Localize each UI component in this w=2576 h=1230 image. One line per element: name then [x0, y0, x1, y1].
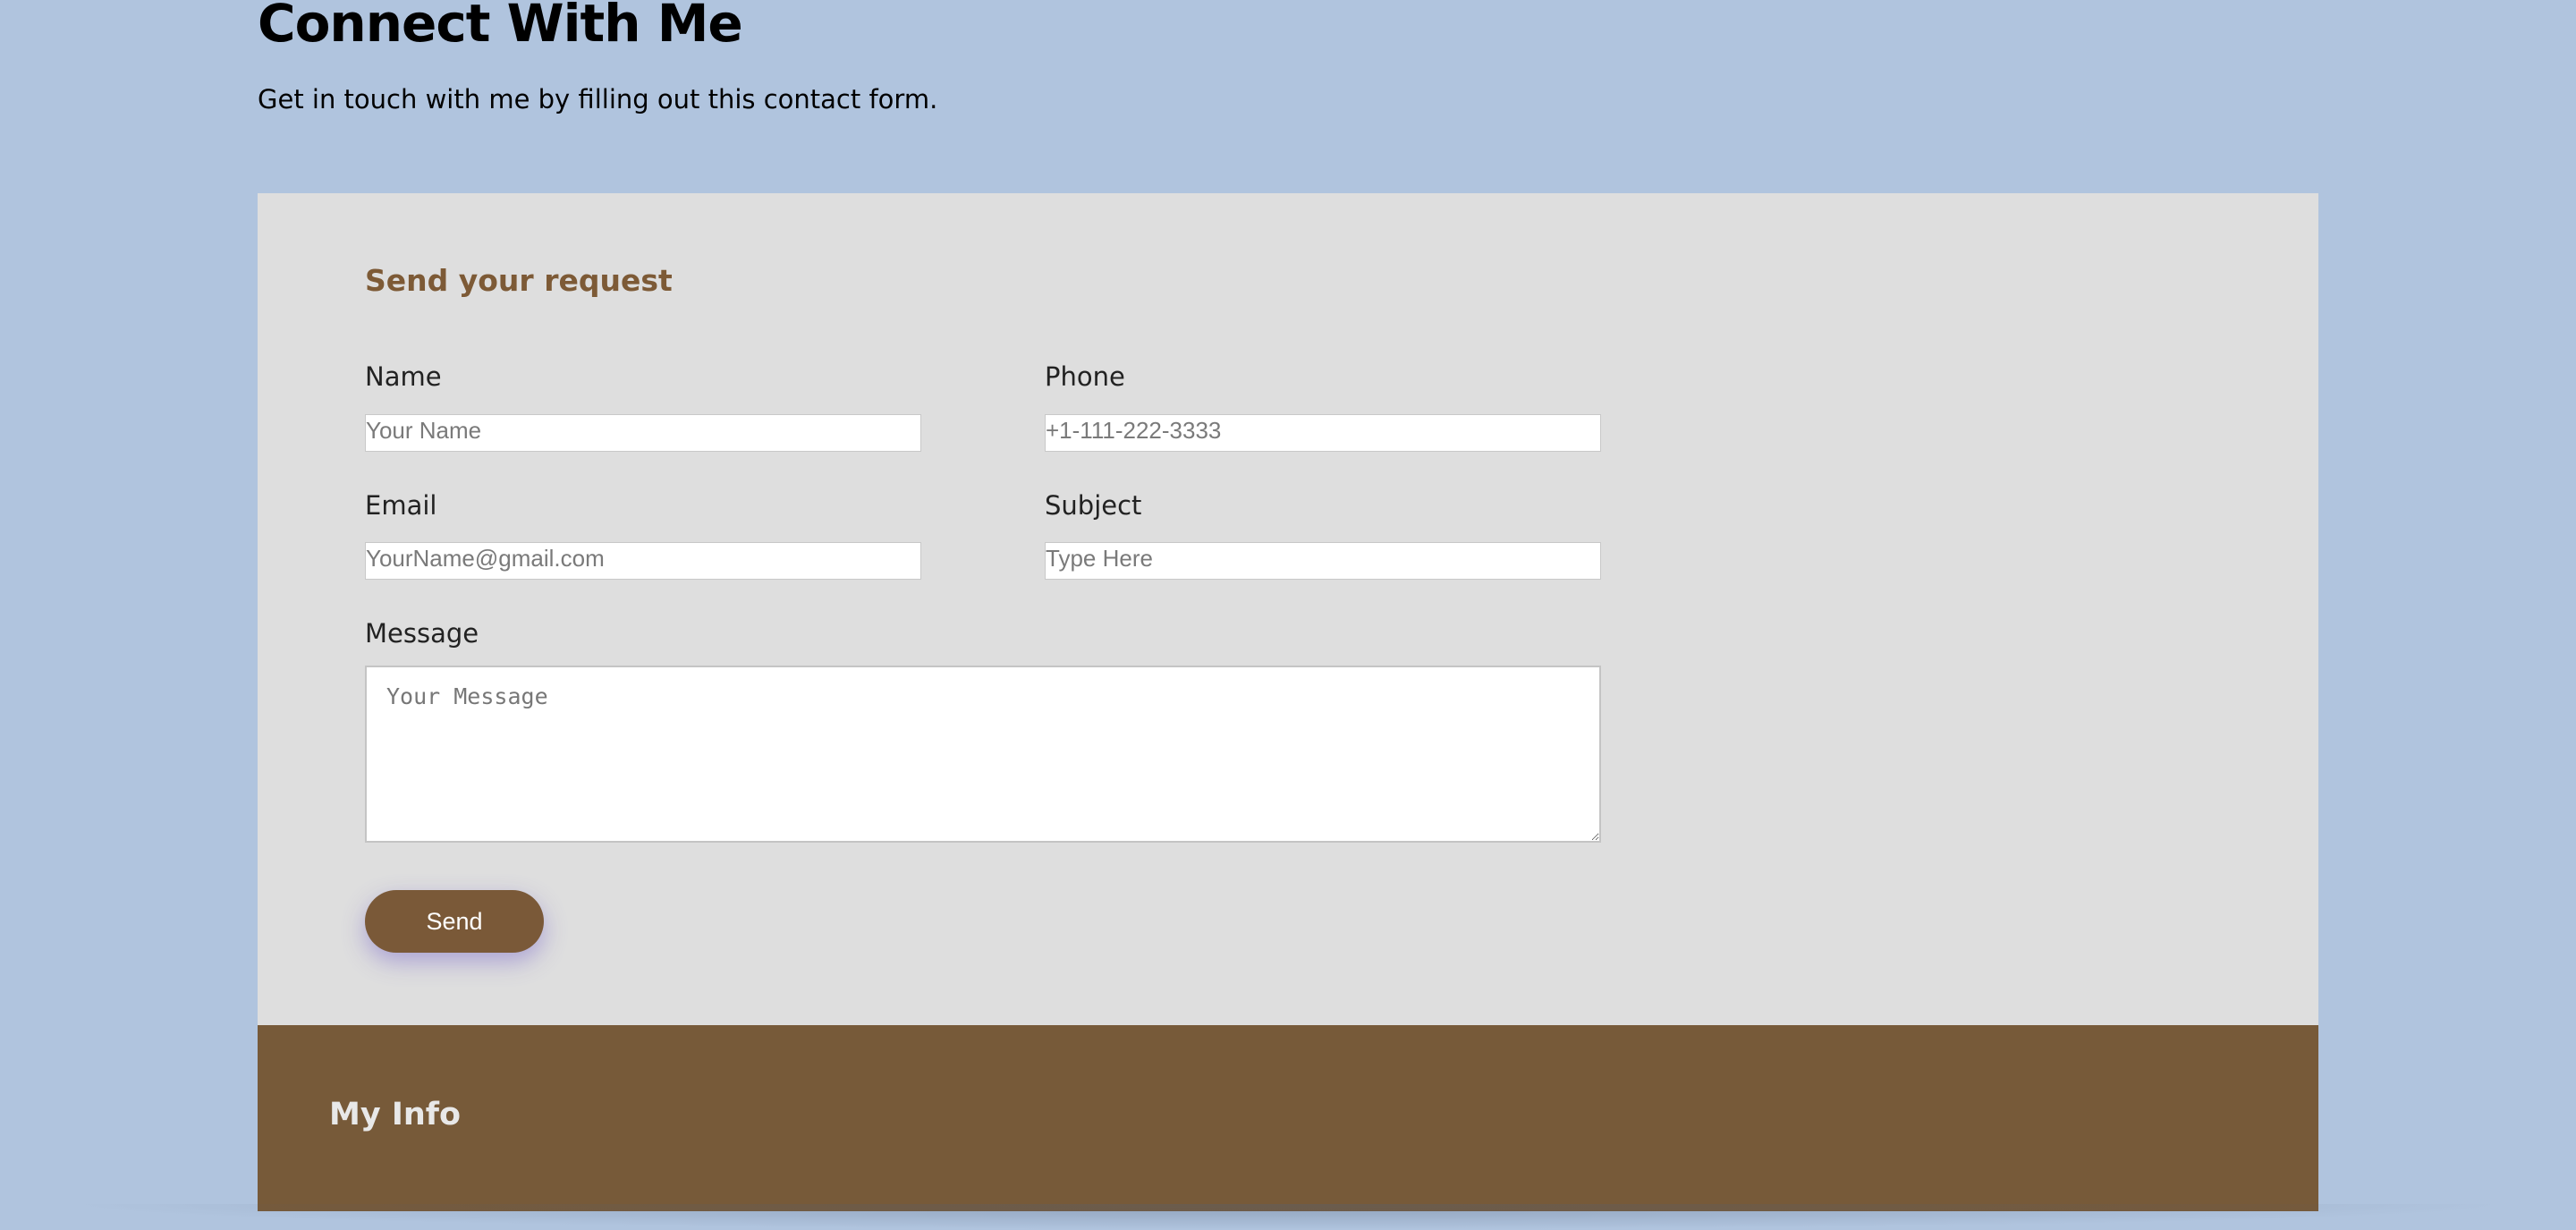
subject-input[interactable]	[1045, 542, 1601, 580]
send-button[interactable]: Send	[365, 890, 544, 953]
phone-label: Phone	[1045, 361, 1125, 392]
name-input[interactable]	[365, 414, 921, 452]
message-label: Message	[365, 618, 479, 649]
form-heading: Send your request	[365, 263, 673, 298]
info-heading: My Info	[329, 1097, 462, 1132]
email-label: Email	[365, 490, 437, 521]
message-textarea[interactable]	[365, 666, 1601, 843]
page-title: Connect With Me	[258, 0, 743, 54]
contact-form-section: Send your request Name Phone Email Subje…	[258, 193, 2318, 1025]
info-section: My Info	[258, 1025, 2318, 1211]
phone-input[interactable]	[1045, 414, 1601, 452]
page-subtitle: Get in touch with me by filling out this…	[258, 84, 938, 115]
name-label: Name	[365, 361, 442, 392]
subject-label: Subject	[1045, 490, 1142, 521]
bottom-edge-shadow	[54, 1204, 2522, 1230]
email-input[interactable]	[365, 542, 921, 580]
